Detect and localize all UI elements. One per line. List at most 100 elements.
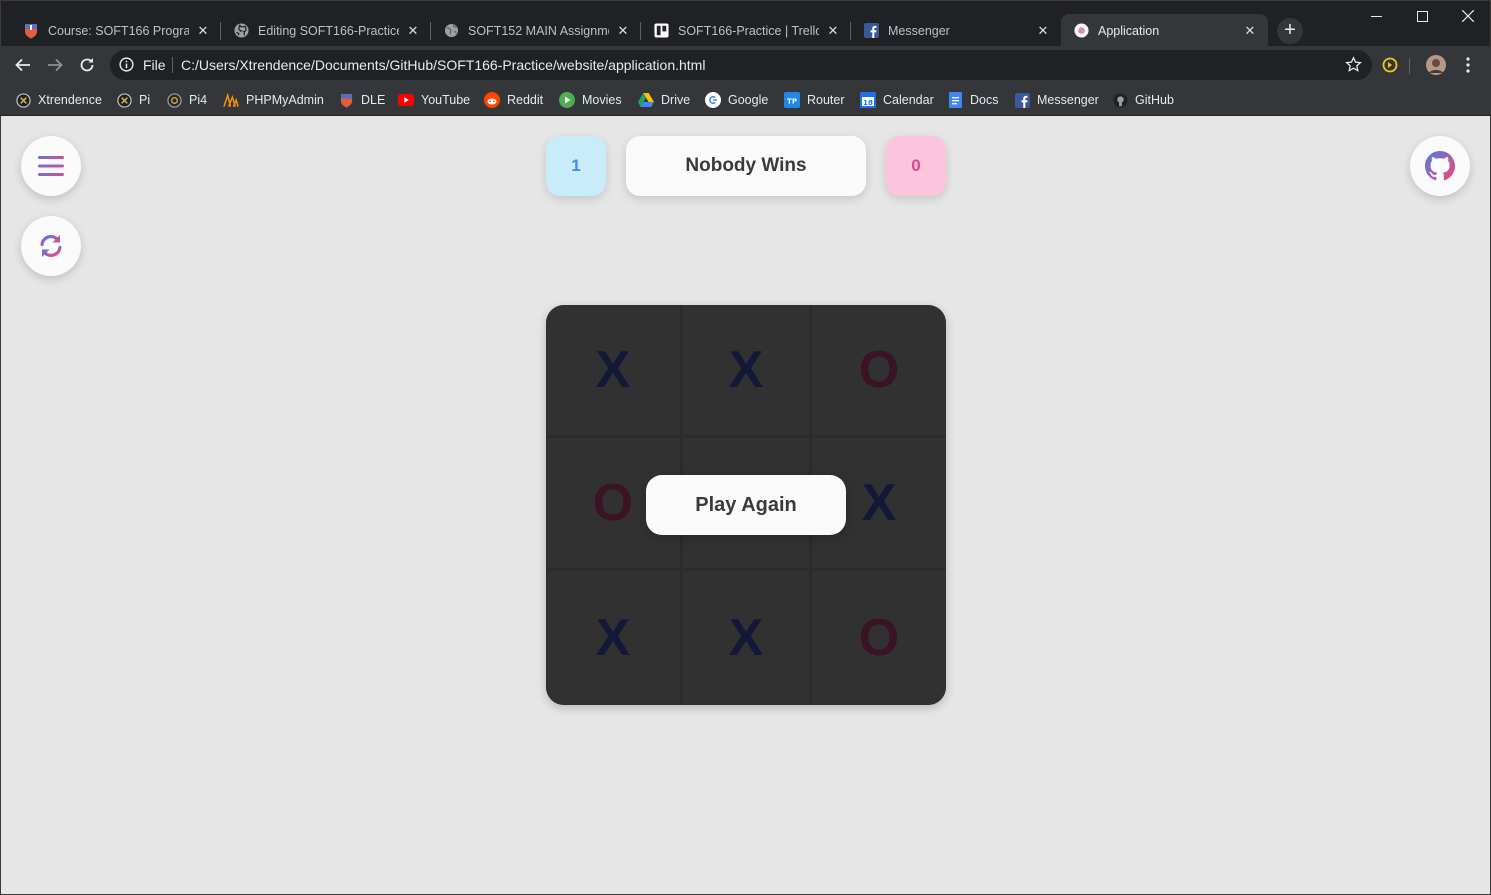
bookmark-drive[interactable]: Drive [638,89,690,111]
tab-title: SOFT166-Practice | Trello [678,23,819,38]
bookmark-calendar[interactable]: 18 Calendar [860,89,934,111]
bookmark-movies[interactable]: Movies [559,89,622,111]
tab-messenger[interactable]: Messenger ✕ [851,14,1061,47]
tab-close-icon[interactable]: ✕ [615,23,631,39]
board-cell[interactable]: X [683,571,809,705]
facebook-icon [1014,92,1030,108]
tab-close-icon[interactable]: ✕ [1242,23,1258,39]
bookmark-label: Google [728,93,769,107]
play-again-button[interactable]: Play Again [646,475,846,535]
omnibox-divider [172,57,173,73]
bookmark-youtube[interactable]: YouTube [398,89,470,111]
score-x: 1 [546,136,606,196]
tp-link-icon: TP [784,92,800,108]
arrow-right-icon [48,58,63,72]
menu-button[interactable] [1454,51,1482,79]
google-drive-icon [638,92,654,108]
bookmark-label: DLE [361,93,386,107]
calendar-icon: 18 [860,92,876,108]
tab-strip: Course: SOFT166 Programm ✕ Editing SOFT1… [0,0,1491,47]
board-cell[interactable]: O [812,305,946,435]
board-cell[interactable]: X [546,305,680,435]
board-cell[interactable]: X [546,571,680,705]
phpmyadmin-icon [223,92,239,108]
profile-button[interactable] [1422,51,1450,79]
bookmark-label: Xtrendence [38,93,102,107]
bookmark-router[interactable]: TP Router [784,89,845,111]
bookmark-phpmyadmin[interactable]: PHPMyAdmin [223,89,324,111]
calendar-day-text: 18 [863,99,873,107]
facebook-icon [863,23,879,39]
bookmark-messenger[interactable]: Messenger [1014,89,1099,111]
arrow-left-icon [15,58,30,72]
menu-toggle-button[interactable] [21,136,81,196]
board-cell[interactable]: O [812,571,946,705]
tab-editing-github[interactable]: Editing SOFT166-Practice/R ✕ [221,14,431,47]
extension-icon [1382,57,1398,73]
new-tab-button[interactable]: + [1277,18,1303,44]
close-window-button[interactable] [1445,1,1491,31]
google-icon [705,92,721,108]
game-status: Nobody Wins [626,136,866,196]
bookmark-pi4[interactable]: Pi4 [166,89,207,111]
tab-close-icon[interactable]: ✕ [1035,23,1051,39]
reddit-icon [484,92,500,108]
bookmark-label: Router [807,93,845,107]
tab-close-icon[interactable]: ✕ [825,23,841,39]
tab-close-icon[interactable]: ✕ [405,23,421,39]
toolbar-divider [1409,58,1410,74]
info-icon[interactable] [119,57,134,77]
youtube-icon [398,92,414,108]
tab-soft152-assignment[interactable]: SOFT152 MAIN Assignment ✕ [431,14,641,47]
tab-title: SOFT152 MAIN Assignment [468,23,609,38]
address-bar[interactable]: File C:/Users/Xtrendence/Documents/GitHu… [110,50,1372,80]
bookmark-label: Movies [582,93,622,107]
tab-application[interactable]: Application ✕ [1061,14,1268,47]
forward-button[interactable] [41,51,69,79]
avatar [1426,55,1446,75]
extension-button[interactable] [1376,51,1404,79]
bookmark-dle[interactable]: DLE [338,89,385,111]
reload-button[interactable] [73,51,101,79]
bookmark-pi[interactable]: Pi [116,89,150,111]
github-icon [233,23,249,39]
bookmark-label: Pi4 [189,93,208,107]
docs-icon [947,92,963,108]
bookmark-label: Pi [139,93,151,107]
board-cell[interactable]: X [683,305,809,435]
github-link-button[interactable] [1410,136,1470,196]
url-text[interactable]: C:/Users/Xtrendence/Documents/GitHub/SOF… [181,57,705,73]
tab-title: Application [1098,23,1160,38]
pi4-icon [166,92,182,108]
github-icon [1425,151,1455,181]
bookmark-label: GitHub [1135,93,1174,107]
tab-title: Editing SOFT166-Practice/R [258,23,399,38]
score-o: 0 [886,136,946,196]
bookmark-label: Messenger [1037,93,1099,107]
url-scheme: File [143,57,166,73]
bookmark-label: PHPMyAdmin [246,93,324,107]
back-button[interactable] [9,51,37,79]
tab-course-soft166[interactable]: Course: SOFT166 Programm ✕ [11,14,221,47]
tab-title: Course: SOFT166 Programm [48,23,189,38]
reset-button[interactable] [21,216,81,276]
maximize-button[interactable] [1399,1,1445,31]
tab-close-icon[interactable]: ✕ [195,23,211,39]
bookmark-label: Docs [970,93,999,107]
bookmark-google[interactable]: Google [705,89,768,111]
bookmark-xtrendence[interactable]: Xtrendence [15,89,102,111]
reload-icon [80,58,94,72]
bookmark-reddit[interactable]: Reddit [484,89,543,111]
bookmark-docs[interactable]: Docs [947,89,998,111]
minimize-button[interactable] [1353,1,1399,31]
bookmark-label: Calendar [883,93,934,107]
app-icon [1073,23,1089,39]
tab-trello[interactable]: SOFT166-Practice | Trello ✕ [641,14,851,47]
tab-title: Messenger [888,23,950,38]
bookmark-label: Reddit [507,93,544,107]
tp-badge-text: TP [787,98,797,106]
bookmark-star-icon[interactable] [1345,56,1362,78]
page-viewport: 1 Nobody Wins 0 X X O O X X X O Play Aga… [1,116,1490,894]
trello-icon [653,23,669,39]
bookmark-github[interactable]: GitHub [1112,89,1174,111]
